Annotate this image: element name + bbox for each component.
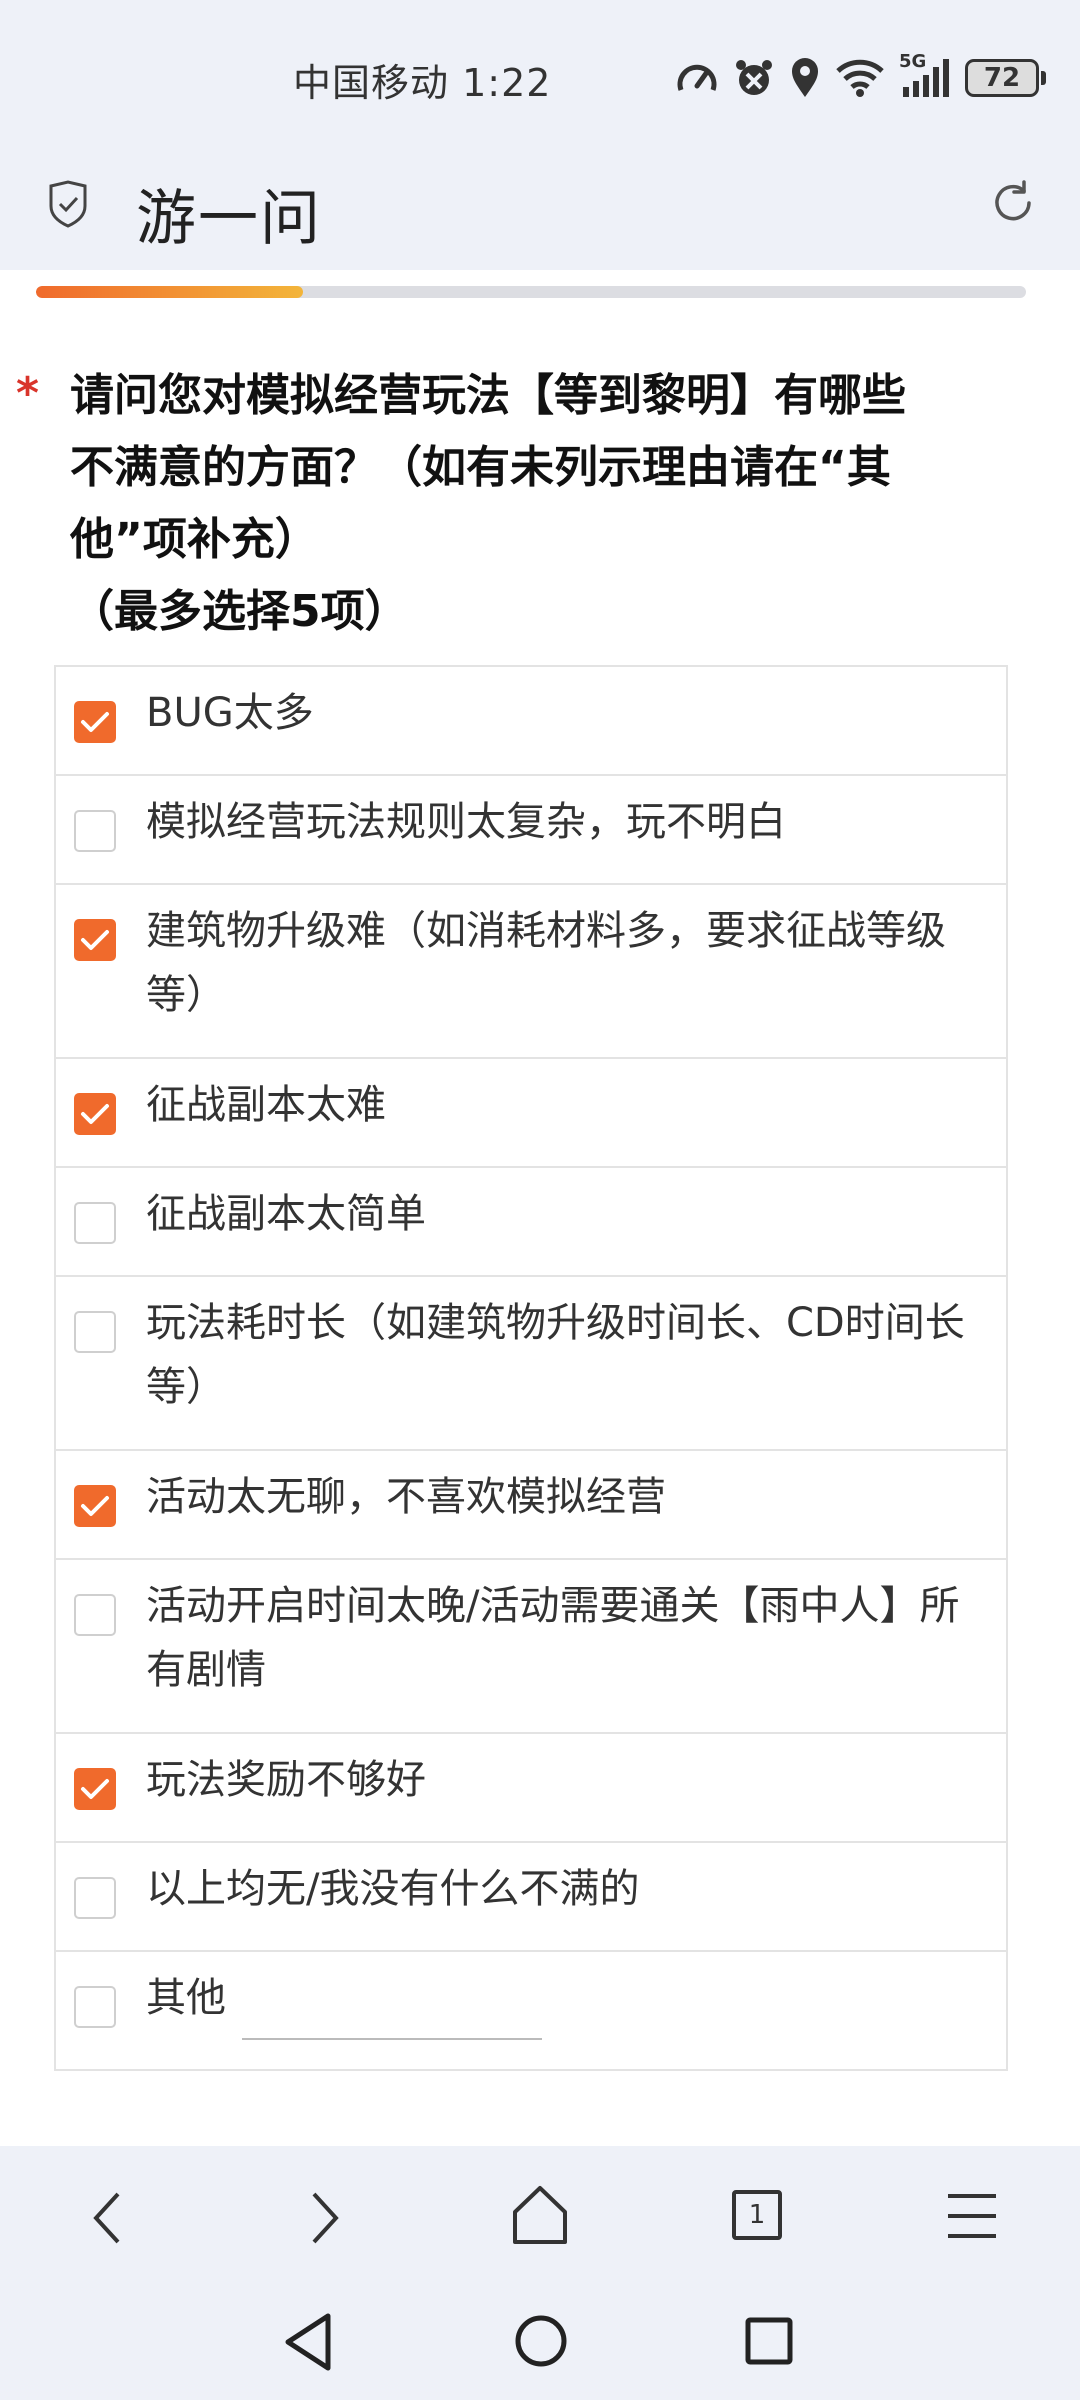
- option-row[interactable]: 活动开启时间太晚/活动需要通关【雨中人】所有剧情: [56, 1560, 1006, 1734]
- option-row[interactable]: 其他: [56, 1952, 1006, 2071]
- progress-fill: [36, 286, 304, 298]
- option-label: 活动太无聊，不喜欢模拟经营: [146, 1474, 666, 1520]
- other-text-input[interactable]: [242, 1996, 542, 2040]
- location-icon: [792, 58, 818, 97]
- option-row[interactable]: 玩法奖励不够好: [56, 1734, 1006, 1843]
- system-back-icon[interactable]: [282, 2312, 334, 2372]
- alarm-icon: [736, 60, 772, 95]
- refresh-icon[interactable]: [988, 178, 1038, 228]
- wifi-icon: [836, 59, 884, 97]
- forward-arrow-icon[interactable]: [304, 2188, 344, 2248]
- question-line: 不满意的方面？（如有未列示理由请在“其: [70, 442, 891, 493]
- question-hint: （最多选择5项）: [70, 586, 409, 637]
- option-label: BUG太多: [146, 690, 314, 736]
- speedometer-icon: [677, 64, 717, 91]
- status-bar: 中国移动 1:22 5G 72: [0, 0, 1080, 150]
- option-label: 模拟经营玩法规则太复杂，玩不明白: [146, 799, 786, 845]
- shield-check-icon: [49, 180, 87, 228]
- page-title: 游一问: [136, 184, 322, 254]
- battery-icon: 72: [965, 59, 1039, 97]
- system-home-icon[interactable]: [514, 2314, 568, 2368]
- clock: 1:22: [462, 61, 552, 105]
- checkbox-checked[interactable]: [74, 1093, 116, 1135]
- question-line: 他”项补充）: [70, 514, 319, 565]
- question-title: 请问您对模拟经营玩法【等到黎明】有哪些 不满意的方面？（如有未列示理由请在“其 …: [70, 360, 1010, 648]
- check-icon: [81, 1779, 109, 1799]
- options-list: BUG太多模拟经营玩法规则太复杂，玩不明白建筑物升级难（如消耗材料多，要求征战等…: [54, 665, 1008, 2071]
- survey-progress-bar: [36, 286, 1026, 298]
- option-row[interactable]: 活动太无聊，不喜欢模拟经营: [56, 1451, 1006, 1560]
- tabs-icon[interactable]: 1: [732, 2190, 782, 2240]
- signal-5g-icon: 5G: [899, 51, 951, 99]
- option-row[interactable]: 模拟经营玩法规则太复杂，玩不明白: [56, 776, 1006, 885]
- check-icon: [81, 1496, 109, 1516]
- option-row[interactable]: 以上均无/我没有什么不满的: [56, 1843, 1006, 1952]
- required-mark: *: [16, 368, 40, 419]
- checkbox[interactable]: [74, 1311, 116, 1353]
- battery-indicator: 72: [965, 59, 1046, 97]
- checkbox-checked[interactable]: [74, 1485, 116, 1527]
- option-row[interactable]: 征战副本太难: [56, 1059, 1006, 1168]
- option-label: 活动开启时间太晚/活动需要通关【雨中人】所有剧情: [146, 1583, 960, 1693]
- checkbox[interactable]: [74, 1877, 116, 1919]
- home-icon[interactable]: [510, 2184, 570, 2246]
- menu-icon[interactable]: [946, 2192, 998, 2240]
- check-icon: [81, 930, 109, 950]
- checkbox-checked[interactable]: [74, 701, 116, 743]
- option-label: 以上均无/我没有什么不满的: [146, 1866, 640, 1912]
- option-label: 征战副本太难: [146, 1082, 386, 1128]
- question-line: 请问您对模拟经营玩法【等到黎明】有哪些: [70, 370, 906, 421]
- checkbox[interactable]: [74, 1594, 116, 1636]
- system-recents-icon[interactable]: [744, 2316, 794, 2366]
- check-icon: [81, 712, 109, 732]
- checkbox-checked[interactable]: [74, 1768, 116, 1810]
- option-row[interactable]: 玩法耗时长（如建筑物升级时间长、CD时间长等）: [56, 1277, 1006, 1451]
- check-icon: [81, 1104, 109, 1124]
- checkbox[interactable]: [74, 810, 116, 852]
- option-label: 玩法奖励不够好: [146, 1757, 426, 1803]
- bottom-nav: 1: [0, 2146, 1080, 2400]
- checkbox[interactable]: [74, 1986, 116, 2028]
- checkbox[interactable]: [74, 1202, 116, 1244]
- app-header: 游一问: [0, 150, 1080, 270]
- status-icons: 5G 72: [675, 51, 1046, 102]
- option-label: 征战副本太简单: [146, 1191, 426, 1237]
- option-row[interactable]: 征战副本太简单: [56, 1168, 1006, 1277]
- carrier-time: 中国移动 1:22: [293, 52, 551, 107]
- option-label: 建筑物升级难（如消耗材料多，要求征战等级等）: [146, 908, 946, 1018]
- back-arrow-icon[interactable]: [88, 2188, 128, 2248]
- carrier-name: 中国移动: [293, 61, 450, 105]
- option-label: 玩法耗时长（如建筑物升级时间长、CD时间长等）: [146, 1300, 965, 1410]
- option-row[interactable]: 建筑物升级难（如消耗材料多，要求征战等级等）: [56, 885, 1006, 1059]
- option-label: 其他: [146, 1975, 226, 2021]
- checkbox-checked[interactable]: [74, 919, 116, 961]
- option-row[interactable]: BUG太多: [56, 667, 1006, 776]
